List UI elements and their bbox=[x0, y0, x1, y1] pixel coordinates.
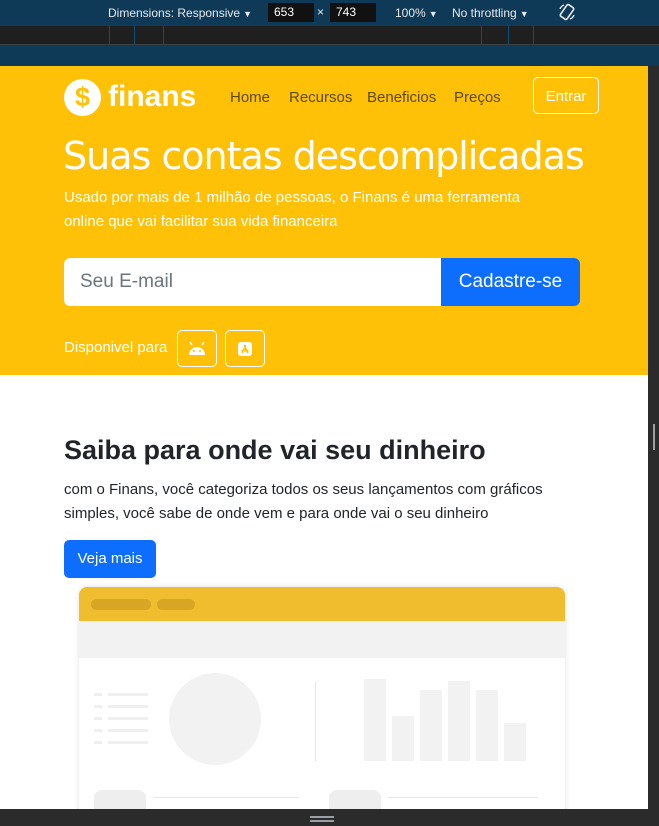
preview-line bbox=[153, 797, 299, 798]
preview-line bbox=[108, 729, 148, 732]
section-text: com o Finans, você categoriza todos os s… bbox=[64, 481, 543, 522]
dollar-logo-icon[interactable]: $ bbox=[64, 79, 101, 116]
ruler-tick bbox=[163, 26, 164, 44]
nav-precos[interactable]: Preços bbox=[454, 89, 501, 106]
email-input[interactable] bbox=[64, 258, 442, 306]
nav-recursos[interactable]: Recursos bbox=[289, 89, 352, 106]
device-frame-strip bbox=[0, 45, 659, 66]
preview-line bbox=[94, 717, 102, 720]
media-query-ruler[interactable] bbox=[0, 26, 659, 45]
preview-bar bbox=[364, 679, 386, 761]
preview-card bbox=[329, 790, 381, 809]
page-viewport: $ finans Home Recursos Beneficios Preços… bbox=[0, 66, 648, 809]
ruler-tick bbox=[533, 26, 534, 44]
preview-line bbox=[108, 741, 148, 744]
dashboard-preview-image bbox=[79, 587, 565, 809]
resize-grip-icon[interactable] bbox=[653, 424, 655, 450]
nav-beneficios[interactable]: Beneficios bbox=[367, 89, 436, 106]
preview-bar bbox=[448, 681, 470, 761]
preview-header bbox=[79, 587, 565, 621]
times-label: × bbox=[317, 5, 325, 19]
section-title: Saiba para onde vai seu dinheiro bbox=[64, 435, 486, 465]
devtools-device-toolbar: Dimensions: Responsive ▼ 653 × 743 100% ▼ … bbox=[0, 0, 659, 26]
throttling-label: No throttling bbox=[452, 6, 517, 20]
preview-line bbox=[388, 797, 538, 798]
available-label: Disponivel para bbox=[64, 339, 168, 356]
ruler-tick bbox=[109, 26, 110, 44]
android-store-button[interactable] bbox=[177, 330, 217, 367]
chevron-down-icon: ▼ bbox=[428, 9, 438, 19]
preview-band bbox=[79, 621, 565, 658]
preview-bar bbox=[504, 723, 526, 761]
preview-line bbox=[108, 717, 148, 720]
resize-grip-icon[interactable] bbox=[310, 820, 334, 822]
preview-line bbox=[94, 729, 102, 732]
login-button[interactable]: Entrar bbox=[533, 77, 599, 114]
preview-line bbox=[94, 705, 102, 708]
app-store-button[interactable] bbox=[225, 330, 265, 367]
preview-pie bbox=[169, 673, 261, 765]
throttling-dropdown[interactable]: No throttling ▼ bbox=[452, 6, 529, 20]
brand-logo[interactable]: finans bbox=[108, 79, 196, 115]
preview-pill bbox=[91, 599, 151, 610]
dimensions-dropdown[interactable]: Dimensions: Responsive ▼ bbox=[108, 6, 252, 20]
preview-line bbox=[108, 705, 148, 708]
resize-grip-icon[interactable] bbox=[310, 816, 334, 818]
preview-card bbox=[94, 790, 146, 809]
height-input[interactable]: 743 bbox=[330, 3, 376, 22]
ruler-tick bbox=[508, 26, 509, 44]
preview-divider bbox=[315, 681, 316, 761]
preview-line bbox=[94, 741, 102, 744]
preview-line bbox=[94, 693, 102, 696]
hero-title: Suas contas descomplicadas bbox=[63, 134, 585, 178]
preview-line bbox=[108, 693, 148, 696]
chevron-down-icon: ▼ bbox=[243, 9, 252, 19]
vertical-resize-handle[interactable] bbox=[648, 66, 659, 809]
preview-bar bbox=[392, 716, 414, 761]
hero-section: $ finans Home Recursos Beneficios Preços… bbox=[0, 66, 648, 375]
dimensions-label: Dimensions: Responsive bbox=[108, 6, 241, 20]
preview-pill bbox=[157, 599, 195, 610]
see-more-button[interactable]: Veja mais bbox=[64, 540, 156, 578]
android-icon bbox=[189, 341, 205, 355]
preview-bar bbox=[420, 690, 442, 761]
ruler-tick bbox=[481, 26, 482, 44]
rotate-icon[interactable] bbox=[558, 3, 576, 21]
nav-home[interactable]: Home bbox=[230, 89, 270, 106]
zoom-label: 100% bbox=[395, 6, 426, 20]
app-store-icon bbox=[238, 341, 252, 356]
ruler-tick bbox=[134, 26, 135, 44]
width-input[interactable]: 653 bbox=[268, 3, 314, 22]
bottom-resize-handle[interactable] bbox=[0, 809, 659, 826]
zoom-dropdown[interactable]: 100% ▼ bbox=[395, 6, 438, 20]
hero-subtitle: Usado por mais de 1 milhão de pessoas, o… bbox=[64, 189, 521, 230]
chevron-down-icon: ▼ bbox=[519, 9, 529, 19]
preview-bar bbox=[476, 690, 498, 761]
signup-button[interactable]: Cadastre-se bbox=[441, 258, 580, 306]
